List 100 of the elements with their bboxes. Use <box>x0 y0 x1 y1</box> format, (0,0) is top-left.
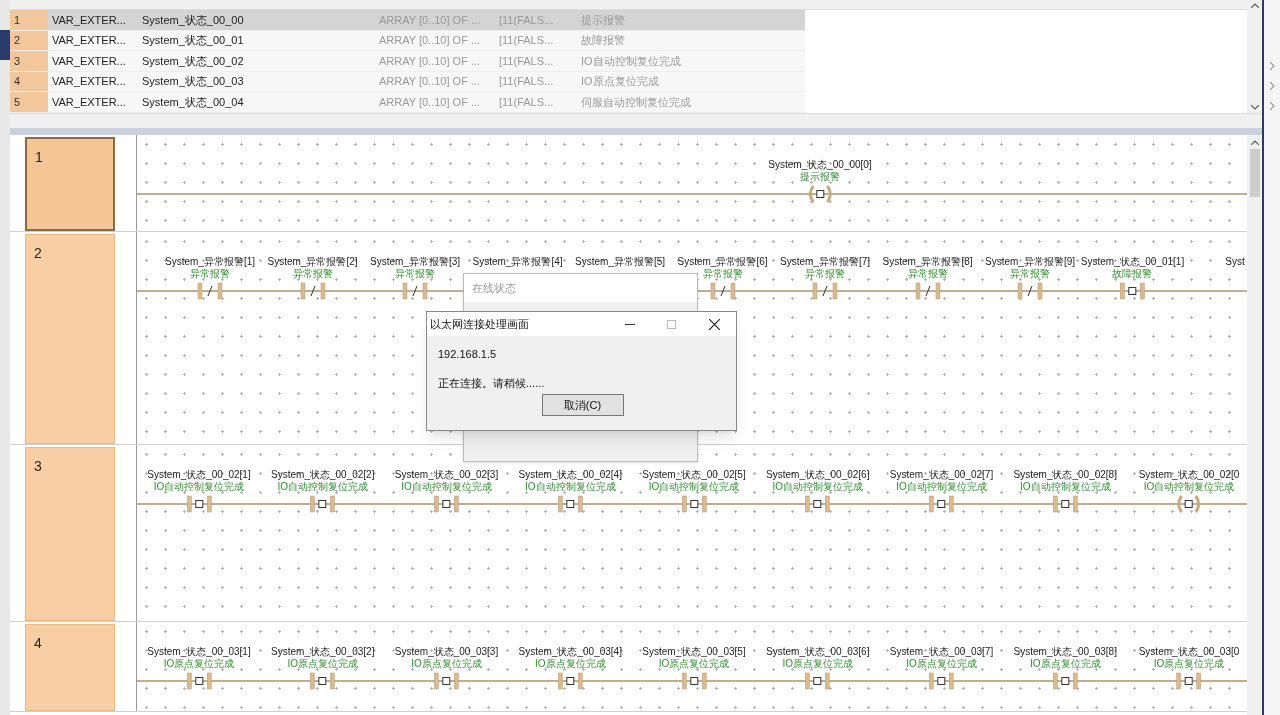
contact-icon[interactable] <box>1050 495 1081 513</box>
row-number: 4 <box>10 71 48 91</box>
row-number: 5 <box>10 92 48 112</box>
row-number: 2 <box>10 30 48 50</box>
variable-label: System_异常报警[1] <box>165 256 255 268</box>
variable-label: System_状态_00_02[1] <box>147 469 251 481</box>
cancel-button[interactable]: 取消(C) <box>541 394 624 416</box>
contact-icon[interactable] <box>555 495 586 513</box>
rung-number[interactable]: 3 <box>25 447 115 621</box>
comment-label: IO原点复位完成 <box>534 658 606 670</box>
table-cell-text: IO自动控制复位完成 <box>580 53 682 69</box>
contact-icon[interactable] <box>926 672 957 690</box>
variable-label: System_异常报警[3] <box>370 256 460 268</box>
table-cell-text: System_状态_00_04 <box>141 94 245 110</box>
variable-label: System_异常报警[9] <box>985 256 1075 268</box>
comment-label: IO自动控制复位完成 <box>153 481 245 493</box>
rung-number[interactable]: 4 <box>25 624 115 711</box>
comment-label: IO原点复位完成 <box>906 658 977 670</box>
comment-label: 异常报警 <box>1010 268 1050 280</box>
contact-icon[interactable] <box>1050 672 1081 690</box>
contact-icon[interactable] <box>1174 672 1204 690</box>
rung-number[interactable]: 1 <box>25 137 115 231</box>
table-cell-text: VAR_EXTER... <box>51 33 127 48</box>
variable-label: Syst <box>1225 256 1245 268</box>
contact-icon[interactable] <box>184 672 214 690</box>
variable-label: System_异常报警[4] <box>472 256 563 268</box>
status-message: 正在连接。请稍候...... <box>438 375 546 391</box>
variable-label: System_状态_00_03[1] <box>147 646 251 658</box>
contact-icon[interactable] <box>679 672 709 690</box>
comment-label: IO原点复位完成 <box>658 658 730 670</box>
scrollbar-thumb[interactable] <box>1249 149 1260 197</box>
contact-icon[interactable] <box>802 672 833 690</box>
scroll-down-icon[interactable] <box>1250 104 1259 110</box>
comment-label: 异常报警 <box>907 268 948 280</box>
contact-icon[interactable] <box>431 495 462 513</box>
comment-label: 故障报警 <box>1112 268 1153 280</box>
table-cell-text: 伺服自动控制复位完成 <box>580 94 692 110</box>
variable-label: System_异常报警[6] <box>677 256 768 268</box>
scroll-up-icon[interactable] <box>1250 3 1259 8</box>
contact-icon[interactable] <box>926 495 957 513</box>
variable-label: System_状态_00_02[3] <box>394 469 499 481</box>
contact-icon[interactable] <box>431 672 462 690</box>
scroll-up-icon[interactable] <box>1250 140 1259 145</box>
contact-icon[interactable] <box>184 495 214 513</box>
contact-icon[interactable] <box>1117 282 1148 300</box>
table-cell-text: VAR_EXTER... <box>51 94 127 110</box>
table-row[interactable]: 2 VAR_EXTER... System_状态_00_01 ARRAY [0..10] OF ... [11(FALS... 故障报警 <box>10 30 805 51</box>
chevron-icon[interactable] <box>1269 102 1275 110</box>
comment-label: IO原点复位完成 <box>411 658 482 670</box>
comment-label: IO自动控制复位完成 <box>277 481 368 493</box>
comment-label: IO自动控制复位完成 <box>896 481 987 493</box>
variable-label: System_状态_00_03[2] <box>271 646 375 658</box>
contact-icon[interactable] <box>555 672 586 690</box>
table-cell-text: VAR_EXTER... <box>51 53 127 69</box>
ip-address: 192.168.1.5 <box>438 347 498 362</box>
rung-number[interactable]: 2 <box>25 234 115 444</box>
chevron-icon[interactable] <box>1269 62 1275 70</box>
variable-label: System_状态_00_02[7] <box>889 469 994 481</box>
table-cell-text: IO原点复位完成 <box>580 74 660 89</box>
variable-label: System_状态_00_02[8] <box>1013 469 1117 481</box>
chevron-icon[interactable] <box>1269 82 1275 90</box>
variable-label: System_状态_00_02[6] <box>766 469 870 481</box>
comment-label: 异常报警 <box>292 268 333 280</box>
contact-icon[interactable] <box>307 495 338 513</box>
close-icon[interactable] <box>709 318 720 330</box>
variable-label: System_状态_00_03[6] <box>766 646 870 658</box>
table-row[interactable]: 3 VAR_EXTER... System_状态_00_02 ARRAY [0..10] OF ... [11(FALS... IO自动控制复位完成 <box>10 51 805 72</box>
table-cell-text: ARRAY [0..10] OF ... <box>378 53 482 69</box>
contact-icon[interactable] <box>307 672 338 690</box>
variable-label: System_状态_00_03[8] <box>1013 646 1117 658</box>
contact-icon[interactable] <box>679 495 709 513</box>
window-title: 在线状态 <box>464 274 697 302</box>
variable-label: System_状态_00_02[0 <box>1138 469 1240 481</box>
comment-label: IO自动控制复位完成 <box>1019 481 1111 493</box>
table-cell-text: ARRAY [0..10] OF ... <box>378 33 482 48</box>
table-cell-text: ARRAY [0..10] OF ... <box>378 74 482 89</box>
contact-icon[interactable] <box>802 495 833 513</box>
table-cell-text: 故障报警 <box>580 33 626 48</box>
table-cell-text: ARRAY [0..10] OF ... <box>378 12 482 28</box>
row-number: 1 <box>10 10 48 30</box>
comment-label: 异常报警 <box>702 268 743 280</box>
row-number: 3 <box>10 51 48 71</box>
variable-label: System_状态_00_02[5] <box>642 469 746 481</box>
dialog-title: 以太网连接处理画面 <box>429 316 530 332</box>
comment-label: IO自动控制复位完成 <box>401 481 492 493</box>
table-row[interactable]: 5 VAR_EXTER... System_状态_00_04 ARRAY [0..10] OF ... [11(FALS... 伺服自动控制复位完成 <box>10 92 805 113</box>
comment-label: 异常报警 <box>805 268 845 280</box>
table-cell-text: VAR_EXTER... <box>51 12 127 28</box>
minimize-icon[interactable] <box>625 323 635 325</box>
table-cell-text: ARRAY [0..10] OF ... <box>378 94 482 110</box>
variable-label: System_状态_00_03[3] <box>394 646 499 658</box>
table-row[interactable]: 4 VAR_EXTER... System_状态_00_03 ARRAY [0..10] OF ... [11(FALS... IO原点复位完成 <box>10 71 805 92</box>
comment-label: 提示报警 <box>800 171 840 183</box>
variable-label: System_状态_00_03[0 <box>1138 646 1240 658</box>
comment-label: 异常报警 <box>395 268 435 280</box>
comment-label: IO原点复位完成 <box>1153 658 1225 670</box>
table-cell-text: [11(FALS... <box>498 94 555 110</box>
comment-label: IO原点复位完成 <box>163 658 235 670</box>
table-cell-text: [11(FALS... <box>498 53 555 69</box>
table-cell-text: System_状态_00_02 <box>141 53 245 69</box>
